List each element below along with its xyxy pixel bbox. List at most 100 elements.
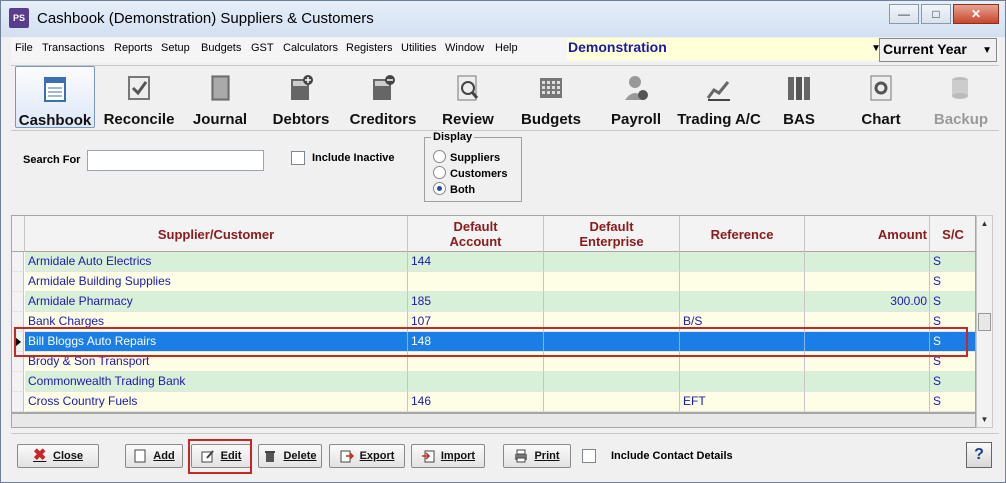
close-button-label: Close [53, 450, 83, 462]
menu-budgets[interactable]: Budgets [201, 42, 241, 54]
row-indicator[interactable] [12, 272, 24, 292]
cell-default-account[interactable] [408, 272, 544, 292]
cell-supplier-customer[interactable]: Commonwealth Trading Bank [25, 372, 408, 392]
table-row[interactable]: Cross Country Fuels 146 EFT S [12, 392, 975, 412]
vertical-scrollbar[interactable]: ▲ ▼ [976, 215, 993, 428]
header-reference[interactable]: Reference [680, 216, 805, 252]
cell-default-enterprise[interactable] [544, 392, 680, 412]
toolbar-debtors[interactable]: Debtors [265, 66, 337, 128]
scroll-thumb[interactable] [978, 313, 991, 331]
cell-sc[interactable]: S [930, 272, 975, 292]
menu-gst[interactable]: GST [251, 42, 274, 54]
year-select[interactable]: Current Year ▼ [879, 38, 997, 62]
scroll-down-icon[interactable]: ▼ [977, 412, 992, 427]
cell-amount[interactable] [805, 372, 930, 392]
cell-sc[interactable]: S [930, 372, 975, 392]
cell-reference[interactable] [680, 252, 805, 272]
export-button-label: Export [359, 450, 395, 462]
cell-reference[interactable] [680, 292, 805, 312]
display-group-title: Display [431, 131, 475, 143]
scroll-up-icon[interactable]: ▲ [977, 216, 992, 231]
cell-amount[interactable]: 300.00 [805, 292, 930, 312]
row-indicator[interactable] [12, 252, 24, 272]
company-select[interactable]: Demonstration ▼ [567, 38, 885, 60]
toolbar-review[interactable]: Review [433, 66, 503, 128]
cell-supplier-customer[interactable]: Armidale Auto Electrics [25, 252, 408, 272]
header-default-account[interactable]: Default Account [408, 216, 544, 252]
cell-default-enterprise[interactable] [544, 292, 680, 312]
menu-file[interactable]: File [15, 42, 33, 54]
cell-default-account[interactable]: 146 [408, 392, 544, 412]
include-contact-details-checkbox[interactable] [582, 449, 596, 463]
table-row[interactable]: Armidale Building Supplies S [12, 272, 975, 292]
toolbar-label: Chart [861, 111, 901, 128]
cell-supplier-customer[interactable]: Armidale Pharmacy [25, 292, 408, 312]
cell-reference[interactable]: EFT [680, 392, 805, 412]
table-row[interactable]: Armidale Auto Electrics 144 S [12, 252, 975, 272]
cell-reference[interactable] [680, 272, 805, 292]
close-icon: ✖ [33, 447, 47, 464]
cell-amount[interactable] [805, 252, 930, 272]
magnifier-icon [457, 75, 479, 101]
search-input[interactable] [87, 150, 264, 171]
toolbar-budgets[interactable]: Budgets [511, 66, 591, 128]
row-indicator[interactable] [12, 292, 24, 312]
table-row[interactable]: Armidale Pharmacy 185 300.00 S [12, 292, 975, 312]
radio-customers[interactable]: Customers [433, 166, 507, 180]
export-button[interactable]: Export [329, 444, 405, 468]
horizontal-scrollbar[interactable] [11, 413, 976, 428]
radio-both[interactable]: Both [433, 182, 475, 196]
cell-sc[interactable]: S [930, 392, 975, 412]
close-button[interactable]: ✖ Close [17, 444, 99, 468]
radio-label: Suppliers [450, 152, 501, 164]
row-indicator[interactable] [12, 372, 24, 392]
selection-highlight-outline [14, 327, 968, 357]
menu-setup[interactable]: Setup [161, 42, 190, 54]
toolbar-creditors[interactable]: Creditors [343, 66, 423, 128]
maximize-button[interactable]: □ [921, 4, 951, 24]
toolbar-trading-ac[interactable]: Trading A/C [673, 66, 765, 128]
header-default-enterprise[interactable]: Default Enterprise [544, 216, 680, 252]
cell-sc[interactable]: S [930, 292, 975, 312]
close-window-button[interactable]: ✕ [953, 4, 999, 24]
cell-default-account[interactable] [408, 372, 544, 392]
menu-reports[interactable]: Reports [114, 42, 153, 54]
import-button[interactable]: Import [411, 444, 485, 468]
print-button[interactable]: Print [503, 444, 571, 468]
toolbar-chart[interactable]: Chart [847, 66, 915, 128]
cell-default-enterprise[interactable] [544, 252, 680, 272]
row-indicator[interactable] [12, 392, 24, 412]
menu-registers[interactable]: Registers [346, 42, 392, 54]
cell-reference[interactable] [680, 372, 805, 392]
cell-sc[interactable]: S [930, 252, 975, 272]
include-inactive-checkbox[interactable] [291, 151, 305, 165]
toolbar-journal[interactable]: Journal [183, 66, 257, 128]
add-button[interactable]: Add [125, 444, 183, 468]
cell-default-enterprise[interactable] [544, 372, 680, 392]
header-supplier-customer[interactable]: Supplier/Customer [25, 216, 408, 252]
cell-default-enterprise[interactable] [544, 272, 680, 292]
menu-window[interactable]: Window [445, 42, 484, 54]
radio-suppliers[interactable]: Suppliers [433, 150, 500, 164]
menu-transactions[interactable]: Transactions [42, 42, 105, 54]
toolbar-cashbook[interactable]: Cashbook [15, 66, 95, 129]
delete-button[interactable]: Delete [258, 444, 322, 468]
minimize-button[interactable]: — [889, 4, 919, 24]
menu-utilities[interactable]: Utilities [401, 42, 436, 54]
help-button[interactable]: ? [966, 442, 992, 468]
toolbar-reconcile[interactable]: Reconcile [99, 66, 179, 128]
menu-help[interactable]: Help [495, 42, 518, 54]
toolbar-backup[interactable]: Backup [925, 66, 997, 128]
cell-supplier-customer[interactable]: Armidale Building Supplies [25, 272, 408, 292]
toolbar-bas[interactable]: BAS [771, 66, 827, 128]
header-sc[interactable]: S/C [930, 216, 975, 252]
cell-supplier-customer[interactable]: Cross Country Fuels [25, 392, 408, 412]
table-row[interactable]: Commonwealth Trading Bank S [12, 372, 975, 392]
header-amount[interactable]: Amount [805, 216, 930, 252]
cell-amount[interactable] [805, 272, 930, 292]
menu-calculators[interactable]: Calculators [283, 42, 338, 54]
cell-default-account[interactable]: 185 [408, 292, 544, 312]
cell-default-account[interactable]: 144 [408, 252, 544, 272]
cell-amount[interactable] [805, 392, 930, 412]
toolbar-payroll[interactable]: Payroll [601, 66, 671, 128]
